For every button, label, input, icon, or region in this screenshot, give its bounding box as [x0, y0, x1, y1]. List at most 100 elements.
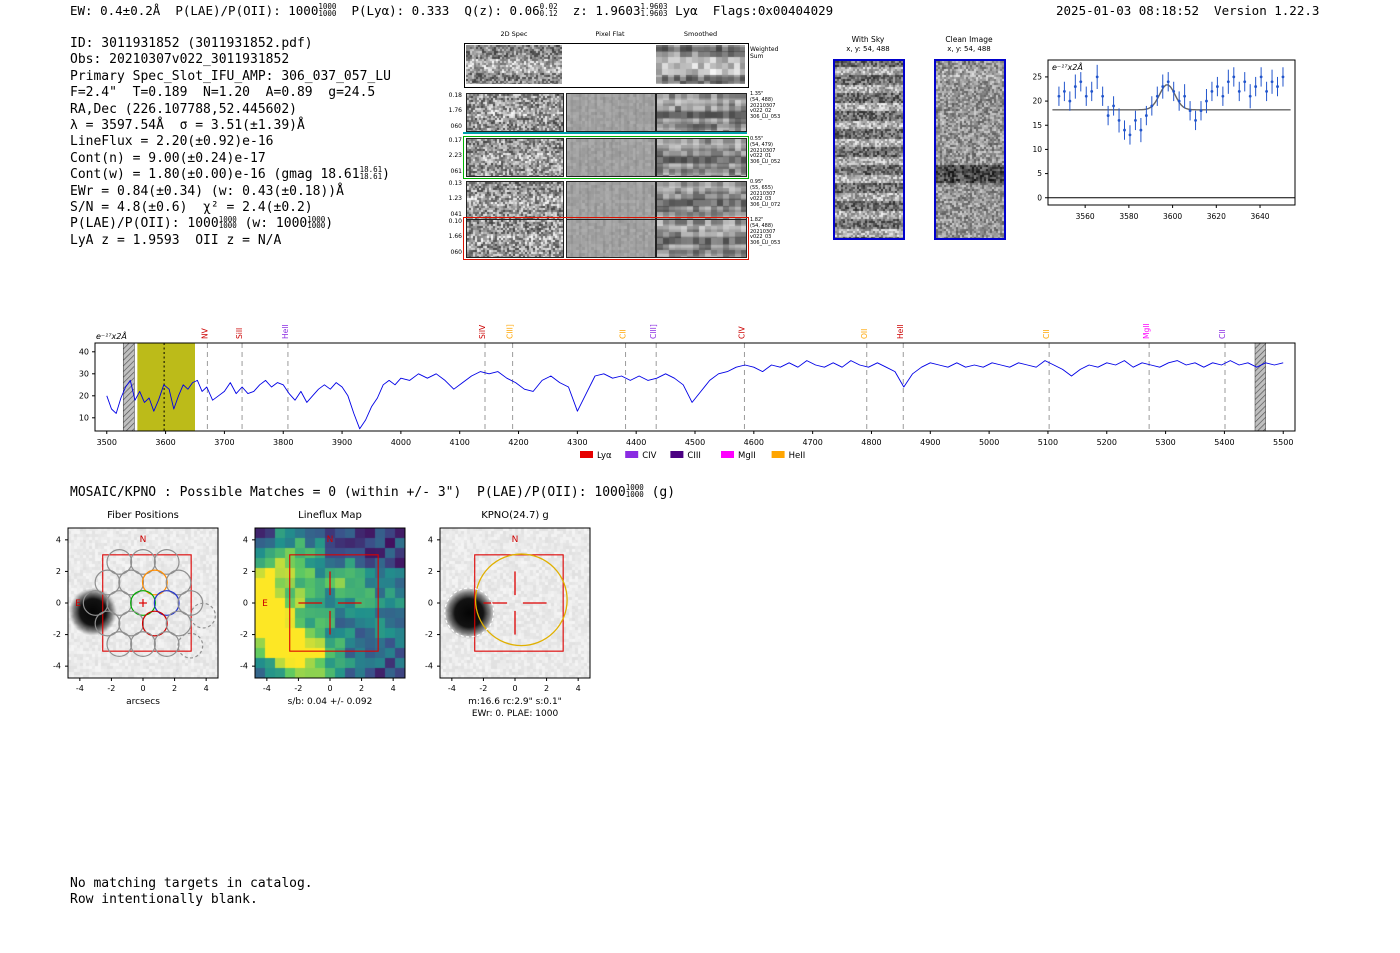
text-segment: P(LAE)/P(OII): 1000 [70, 216, 219, 232]
spec2d-summary-image [466, 45, 562, 84]
zoom-data-point [1139, 128, 1143, 132]
zoom-data-point [1199, 109, 1203, 113]
spectrum-x-tick-label: 5500 [1273, 438, 1293, 447]
text-segment: Obs: 20210307v022_3011931852 [70, 52, 290, 68]
fiber-row-weights: 0.13 1.23 041 [436, 180, 462, 218]
clean-panel-image [934, 59, 1006, 240]
info-line: LineFlux = 2.20(±0.92)e-16 [70, 134, 391, 150]
stacked-value-pair: 1000 1000 [218, 214, 237, 231]
spectrum-x-tick-label: 5300 [1155, 438, 1175, 447]
zoom-data-point [1150, 104, 1154, 108]
spec2d-column-header: 2D Spec [500, 30, 528, 38]
zoom-units-label: e⁻¹⁷x2Å [1052, 61, 1083, 72]
fiber-weight-value: 0.18 [448, 92, 462, 99]
spec2d-column-header: Smoothed [683, 30, 718, 38]
zoom-data-point [1106, 114, 1110, 117]
line-marker-label: CIII] [649, 324, 658, 339]
cutout-y-tick-label: 0 [428, 599, 433, 608]
info-line: λ = 3597.54Å σ = 3.51(±1.39)Å [70, 118, 391, 134]
smoothed-2d-spec-image [656, 93, 747, 132]
cutout-x-tick-label: -4 [448, 684, 456, 693]
spectrum-x-tick-label: 4100 [450, 438, 470, 447]
zoom-data-point [1062, 90, 1066, 93]
fiber-row-metadata: 1.35" (54, 488) 20210307 v022_02 306_LU_053 [750, 91, 781, 121]
line-marker-label: CII [1218, 329, 1227, 339]
zoom-gaussian-fit [1052, 84, 1291, 111]
text-segment: EW: 0.4±0.2Å P(LAE)/P(OII): 1000 [70, 3, 319, 18]
footer-notes: No matching targets in catalog. Row inten… [70, 876, 313, 907]
kpno-cutout-overlay: N KPNO(24.7) g -4 -4 -2 -2 0 0 2 2 4 4 m:16.6 rc:2.9… [425, 510, 591, 719]
legend-label: MgII [738, 451, 756, 461]
zoom-data-point [1172, 90, 1176, 93]
legend-swatch [721, 451, 734, 458]
text-segment: λ = 3597.54Å σ = 3.51(±1.39)Å [70, 118, 305, 134]
spectrum-x-tick-label: 5200 [1097, 438, 1117, 447]
fiber-2d-spec-image [466, 138, 564, 177]
smoothed-summary-image [656, 45, 745, 84]
info-line: LyA z = 1.9593 OII z = N/A [70, 233, 391, 249]
cutout-x-tick-label: -4 [76, 684, 84, 693]
legend-swatch [771, 451, 785, 458]
stacked-value-pair: 1000 1000 [307, 214, 326, 231]
text-segment: ) [325, 216, 334, 232]
zoom-data-point [1117, 119, 1121, 122]
fiber-weight-value: 060 [450, 122, 462, 130]
text-segment: LineFlux = 2.20(±0.92)e-16 [70, 134, 274, 150]
zoom-data-point [1216, 85, 1219, 88]
zoom-data-point [1183, 94, 1187, 98]
zoom-x-tick-label: 3600 [1163, 212, 1182, 221]
fiber-row-weights: 0.10 1.66 060 [436, 218, 462, 256]
weighted-sum-label: Weighted Sum [750, 46, 778, 61]
text-segment: LyA z = 1.9593 OII z = N/A [70, 232, 282, 248]
photometry-aperture-circle [474, 553, 568, 647]
spec2d-column-header: Pixel Flat [595, 30, 625, 38]
full-spectrum-chart: NV SiII HeII SiIV CIII] CII CIII] CIV OII HeII CII… [79, 323, 1296, 461]
fiber-row-metadata-line: 306_LU_072 [750, 202, 781, 209]
fiber-row-metadata: 0.95" (55, 655) 20210307 v022_03 306_LU_072 [750, 179, 781, 209]
fiber-row-weights: 0.17 2.23 061 [436, 137, 462, 175]
fiber-circle [153, 631, 180, 657]
spectrum-x-tick-label: 4500 [685, 438, 705, 447]
zoom-data-point [1090, 90, 1094, 93]
cutout-y-tick-label: -4 [240, 662, 248, 671]
zoom-y-tick-label: 0 [1037, 193, 1042, 202]
text-segment: ) [382, 167, 390, 183]
stacked-value-pair: 1000 1000 [318, 2, 337, 18]
cutout-y-tick-label: 2 [243, 567, 248, 576]
zoom-x-tick-label: 3640 [1250, 212, 1269, 221]
spectrum-x-tick-label: 5100 [1038, 438, 1058, 447]
legend-swatch [670, 451, 684, 458]
smoothed-2d-spec-image [656, 181, 747, 220]
zoom-y-tick-label: 20 [1032, 97, 1042, 106]
info-line: S/N = 4.8(±0.6) χ² = 2.4(±0.2) [70, 200, 391, 216]
zoom-data-point [1112, 104, 1115, 108]
spectrum-x-tick-label: 4800 [861, 438, 881, 447]
compass-north-label: N [512, 535, 519, 545]
zoom-data-point [1210, 90, 1214, 93]
fiber-weight-value: 0.10 [448, 218, 462, 225]
fiber-2d-spec-image [466, 93, 564, 132]
spectrum-y-tick-label: 30 [79, 370, 89, 379]
line-marker-label: HeII [281, 324, 290, 339]
spectrum-y-tick-label: 20 [79, 392, 89, 401]
header-summary-line: EW: 0.4±0.2Å P(LAE)/P(OII): 1000 1000 1000… [70, 3, 833, 18]
zoom-data-point [1232, 75, 1236, 79]
kpno-xlabel: m:16.6 rc:2.9" s:0.1" [468, 697, 562, 707]
spectrum-x-tick-label: 3800 [273, 438, 293, 447]
fiber-weight-value: 1.66 [448, 233, 462, 241]
compass-east-label: E [262, 599, 268, 609]
header-timestamp-version: 2025-01-03 08:18:52 Version 1.22.3 [1056, 3, 1320, 18]
cutout-y-tick-label: 4 [56, 535, 61, 544]
zoom-data-point [1188, 109, 1192, 113]
cutout-x-tick-label: -2 [294, 684, 302, 693]
fiber-row-metadata: 0.55" (54, 479) 20210307 v022_01 306_LU_052 [750, 136, 781, 166]
text-segment: (g) [643, 485, 676, 500]
fiber-row-metadata-line: 306_LU_052 [750, 159, 781, 166]
zoom-data-point [1237, 90, 1241, 93]
fiber-circle [106, 631, 133, 657]
lineflux-title: Lineflux Map [298, 510, 362, 521]
zoom-y-tick-label: 5 [1037, 169, 1042, 178]
fiber-2d-spec-image [466, 219, 564, 258]
fiber-row-metadata-line: 306_LU_053 [750, 114, 781, 121]
footer-line: No matching targets in catalog. [70, 876, 313, 891]
